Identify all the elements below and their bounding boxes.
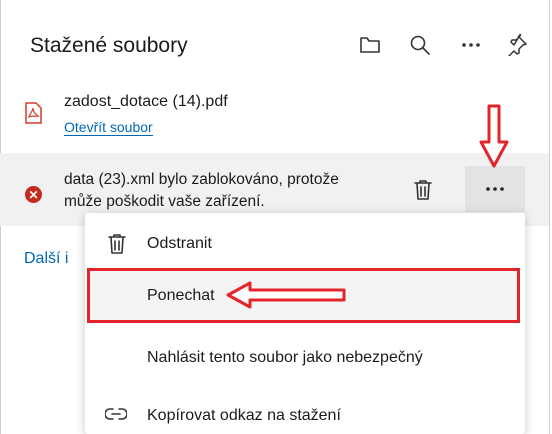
menu-item-label: Kopírovat odkaz na stažení [147,407,341,424]
folder-icon[interactable] [353,28,387,62]
delete-button[interactable] [405,170,441,210]
menu-item-copy-link[interactable]: Kopírovat odkaz na stažení [85,395,525,434]
panel-title: Stažené soubory [30,34,188,57]
link-icon [104,407,128,426]
annotation-arrow-left [226,281,346,309]
more-actions-button[interactable] [465,166,525,212]
menu-item-delete[interactable]: Odstranit [85,221,525,271]
blocked-download-message: data (23).xml bylo zablokováno, protože … [64,171,339,210]
menu-item-label: Nahlásit tento soubor jako nebezpečný [147,349,423,366]
search-icon[interactable] [403,28,437,62]
pin-icon[interactable] [500,28,534,62]
annotation-arrow-down [479,104,509,168]
more-downloads-link[interactable]: Další i [24,250,68,268]
error-icon: ✕ [25,186,42,203]
menu-item-label: Odstranit [147,235,212,252]
menu-item-label: Ponechat [147,287,215,304]
more-icon[interactable] [454,28,488,62]
trash-icon [107,233,127,260]
open-file-link[interactable]: Otevřít soubor [64,120,153,136]
menu-item-report-unsafe[interactable]: Nahlásit tento soubor jako nebezpečný [85,335,525,383]
pdf-icon [24,102,42,129]
download-filename: zadost_dotace (14).pdf [64,93,228,110]
